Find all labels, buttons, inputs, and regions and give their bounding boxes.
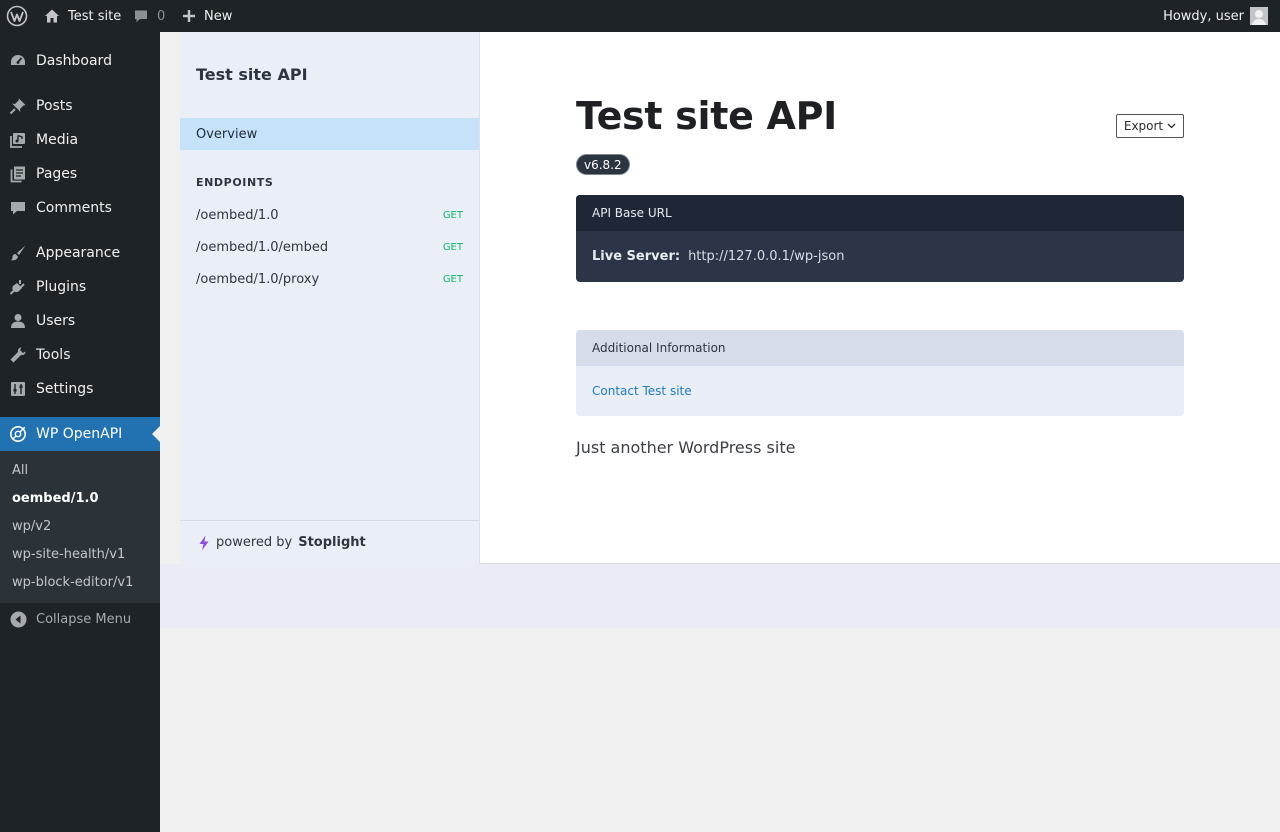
howdy-label: Howdy, user	[1163, 8, 1244, 24]
endpoint-path: /oembed/1.0/embed	[196, 239, 329, 255]
menu-item-posts[interactable]: Posts	[0, 89, 160, 123]
plus-icon	[183, 10, 195, 22]
comments-count: 0	[157, 8, 166, 24]
endpoints-heading: ENDPOINTS	[196, 176, 274, 189]
live-server-url[interactable]: http://127.0.0.1/wp-json	[688, 249, 844, 264]
menu-label-media: Media	[36, 132, 79, 148]
comment-bubble-icon	[135, 10, 147, 22]
admin-bar: Test site 0 New Howdy, user	[0, 0, 1280, 32]
live-server-label: Live Server:	[592, 249, 681, 264]
menu-label-comments: Comments	[36, 200, 112, 216]
menu-label-wp-openapi: WP OpenAPI	[36, 426, 123, 442]
menu-item-media[interactable]: Media	[0, 123, 160, 157]
wrench-icon	[9, 346, 27, 364]
docs-sidebar: Test site API Overview ENDPOINTS /oembed…	[180, 32, 480, 564]
menu-label-pages: Pages	[36, 166, 78, 182]
additional-information-panel: Additional Information Contact Test site	[576, 330, 1184, 416]
additional-information-heading: Additional Information	[576, 330, 1184, 366]
submenu-item-all[interactable]: All	[12, 463, 28, 478]
docs-nav-overview[interactable]: Overview	[180, 118, 479, 150]
site-tagline: Just another WordPress site	[576, 438, 796, 457]
endpoint-method-badge: GET	[442, 273, 463, 285]
wordpress-logo-icon	[6, 5, 28, 27]
submenu-item-wp-block-editor[interactable]: wp-block-editor/v1	[12, 575, 133, 590]
menu-item-dashboard[interactable]: Dashboard	[0, 44, 160, 78]
submenu-item-wp-v2[interactable]: wp/v2	[12, 519, 51, 534]
collapse-menu-label: Collapse Menu	[36, 612, 132, 627]
powered-by-stoplight-link[interactable]: powered by Stoplight	[180, 520, 479, 564]
powered-by-label: powered by	[216, 535, 293, 550]
wordpress-logo-button[interactable]	[6, 0, 28, 32]
endpoint-method-badge: GET	[442, 241, 463, 253]
avatar	[1250, 7, 1268, 25]
media-icon	[9, 131, 27, 149]
menu-item-settings[interactable]: Settings	[0, 372, 160, 406]
menu-label-settings: Settings	[36, 381, 94, 397]
comments-link[interactable]: 0	[133, 0, 165, 32]
menu-label-tools: Tools	[36, 347, 71, 363]
menu-label-plugins: Plugins	[36, 279, 87, 295]
admin-menu: Dashboard Posts Media Pages Comments App…	[0, 32, 160, 832]
plug-icon	[9, 278, 27, 296]
new-label: New	[204, 8, 233, 24]
live-server-row: Live Server: http://127.0.0.1/wp-json	[576, 231, 1184, 282]
collapse-arrow-icon	[10, 611, 27, 632]
site-name-link[interactable]: Test site	[44, 0, 121, 32]
stoplight-brand: Stoplight	[298, 535, 366, 550]
menu-item-pages[interactable]: Pages	[0, 157, 160, 191]
docs-nav-endpoint[interactable]: /oembed/1.0 GET	[180, 199, 479, 231]
menu-label-users: Users	[36, 313, 76, 329]
submenu-item-oembed[interactable]: oembed/1.0	[12, 491, 99, 506]
api-title: Test site API	[576, 94, 837, 138]
collapse-menu-button[interactable]: Collapse Menu	[0, 603, 160, 637]
openapi-submenu: All oembed/1.0 wp/v2 wp-site-health/v1 w…	[0, 451, 160, 603]
menu-item-tools[interactable]: Tools	[0, 338, 160, 372]
dashboard-icon	[9, 52, 27, 70]
openapi-icon	[9, 425, 27, 443]
brush-icon	[9, 244, 27, 262]
pin-icon	[9, 97, 27, 115]
docs-nav-overview-label: Overview	[196, 126, 258, 142]
menu-item-appearance[interactable]: Appearance	[0, 236, 160, 270]
menu-item-plugins[interactable]: Plugins	[0, 270, 160, 304]
contact-link[interactable]: Contact Test site	[592, 384, 692, 398]
docs-sidebar-title: Test site API	[196, 65, 308, 84]
chevron-down-icon	[1167, 123, 1176, 129]
docs-nav-endpoint[interactable]: /oembed/1.0/proxy GET	[180, 263, 479, 295]
home-icon	[45, 9, 59, 23]
version-badge: v6.8.2	[576, 154, 630, 175]
api-docs-frame: Test site API Overview ENDPOINTS /oembed…	[180, 32, 1280, 564]
lightning-bolt-icon	[199, 535, 209, 550]
user-icon	[9, 312, 27, 330]
docs-nav-endpoint[interactable]: /oembed/1.0/embed GET	[180, 231, 479, 263]
pages-icon	[9, 165, 27, 183]
submenu-item-wp-site-health[interactable]: wp-site-health/v1	[12, 547, 125, 562]
export-dropdown-button[interactable]: Export	[1116, 114, 1184, 138]
contact-row: Contact Test site	[576, 366, 1184, 416]
site-name-label: Test site	[68, 8, 122, 24]
menu-item-wp-openapi[interactable]: WP OpenAPI	[0, 417, 160, 451]
menu-label-posts: Posts	[36, 98, 73, 114]
new-content-link[interactable]: New	[182, 0, 232, 32]
export-label: Export	[1123, 119, 1164, 133]
endpoint-method-badge: GET	[442, 209, 463, 221]
endpoint-path: /oembed/1.0	[196, 207, 279, 223]
menu-item-users[interactable]: Users	[0, 304, 160, 338]
api-base-url-heading: API Base URL	[576, 195, 1184, 231]
settings-icon	[9, 380, 27, 398]
account-menu[interactable]: Howdy, user	[1163, 0, 1268, 32]
api-base-url-panel: API Base URL Live Server: http://127.0.0…	[576, 195, 1184, 282]
menu-item-comments[interactable]: Comments	[0, 191, 160, 225]
comment-icon	[9, 199, 27, 217]
menu-label-dashboard: Dashboard	[36, 53, 112, 69]
endpoint-path: /oembed/1.0/proxy	[196, 271, 320, 287]
content-footer-band	[160, 564, 1280, 628]
menu-label-appearance: Appearance	[36, 245, 121, 261]
